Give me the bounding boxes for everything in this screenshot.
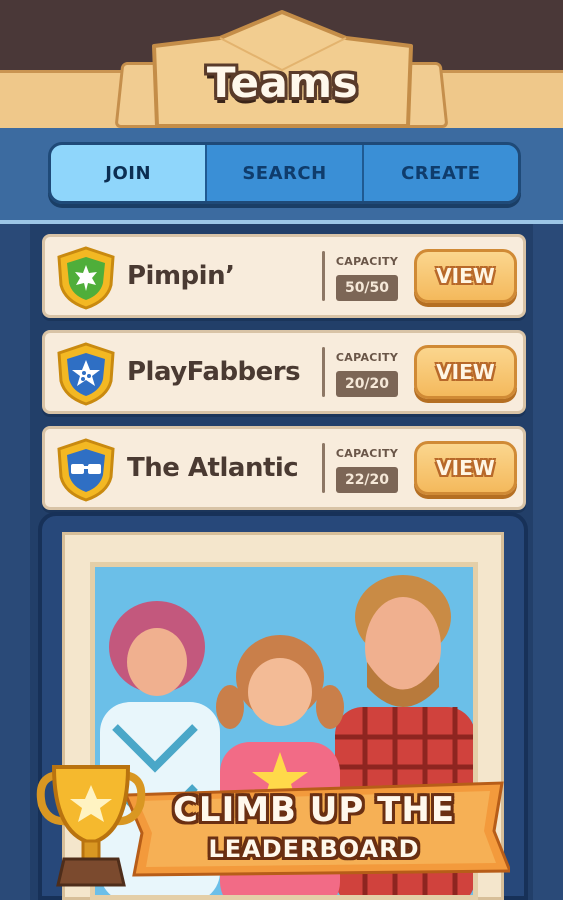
- page-title: Teams: [206, 58, 359, 107]
- capacity-label: CAPACITY: [335, 255, 399, 268]
- divider: [322, 347, 325, 397]
- view-button[interactable]: VIEW: [414, 249, 517, 303]
- view-button[interactable]: VIEW: [414, 441, 517, 495]
- team-name: PlayFabbers: [127, 357, 301, 387]
- capacity-label: CAPACITY: [335, 351, 399, 364]
- tab-create[interactable]: CREATE: [363, 145, 518, 201]
- capacity-value: 22/20: [336, 467, 398, 493]
- divider: [322, 443, 325, 493]
- glasses-shield-icon: [57, 438, 115, 502]
- team-card[interactable]: Pimpin’ CAPACITY 50/50 VIEW: [42, 234, 526, 318]
- team-name: The Atlantic: [127, 453, 299, 483]
- tab-join[interactable]: JOIN: [51, 145, 208, 201]
- team-name: Pimpin’: [127, 261, 235, 291]
- tab-search[interactable]: SEARCH: [207, 145, 364, 201]
- capacity-value: 20/20: [336, 371, 398, 397]
- team-card[interactable]: PlayFabbers CAPACITY 20/20 VIEW: [42, 330, 526, 414]
- team-card[interactable]: The Atlantic CAPACITY 22/20 VIEW: [42, 426, 526, 510]
- promo-headline: CLIMB UP THE: [172, 790, 456, 830]
- trophy-icon: [36, 765, 146, 887]
- tab-bar: JOIN SEARCH CREATE: [48, 142, 521, 204]
- tab-panel: JOIN SEARCH CREATE: [0, 128, 563, 224]
- view-button[interactable]: VIEW: [414, 345, 517, 399]
- capacity-value: 50/50: [336, 275, 398, 301]
- capacity-label: CAPACITY: [335, 447, 399, 460]
- star-shield-icon: [57, 342, 115, 406]
- leaf-shield-icon: [57, 246, 115, 310]
- divider: [322, 251, 325, 301]
- promo-subheadline: LEADERBOARD: [208, 835, 420, 863]
